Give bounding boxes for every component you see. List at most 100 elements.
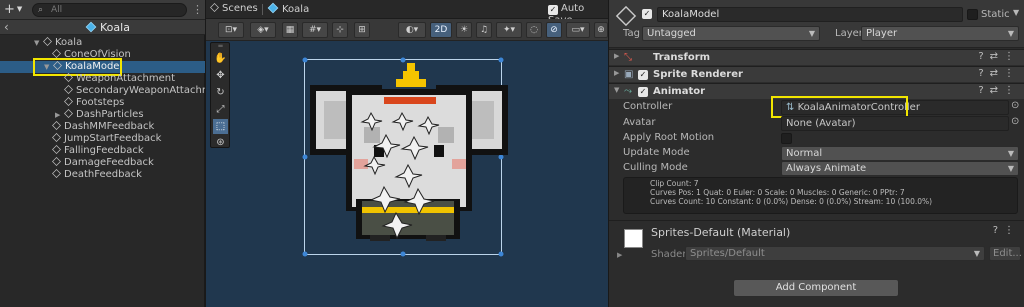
- grid-snap-button[interactable]: ▦: [282, 22, 298, 38]
- scene-view[interactable]: Scenes Koala ✓Auto Save ⊡▾ ◈▾ ▦ #▾ ⊹ ⊞ ◐…: [206, 0, 608, 307]
- active-checkbox[interactable]: ✓: [642, 9, 652, 19]
- component-header-icons[interactable]: ?⇄⋮: [978, 68, 1020, 79]
- gameobject-icon: [52, 157, 61, 166]
- kebab-menu-icon[interactable]: ⋮: [192, 3, 203, 16]
- selection-handle[interactable]: [400, 251, 406, 257]
- apply-root-motion-checkbox[interactable]: [781, 133, 792, 144]
- tag-dropdown[interactable]: Untagged ▼: [642, 26, 820, 41]
- tree-item-footsteps[interactable]: Footsteps: [64, 97, 124, 109]
- gameobject-icon: [52, 121, 61, 130]
- breadcrumb-scenes[interactable]: Scenes: [210, 3, 258, 14]
- collapsed-triangle-icon[interactable]: ▶: [614, 69, 623, 77]
- static-checkbox[interactable]: [967, 9, 978, 20]
- layer-label: Layer: [835, 28, 863, 39]
- layer-dropdown[interactable]: Player ▼: [861, 26, 1019, 41]
- draw-mode-dropdown[interactable]: ⊡▾: [218, 22, 244, 38]
- avatar-row: Avatar None (Avatar) ⊙: [609, 116, 1024, 131]
- component-header-icons[interactable]: ?⇄⋮: [978, 85, 1020, 96]
- shader-dropdown[interactable]: Sprites/Default ▼: [685, 246, 985, 261]
- chevron-down-icon: ▼: [16, 5, 23, 13]
- tree-item-secondaryweaponattachment[interactable]: SecondaryWeaponAttachment: [64, 85, 205, 97]
- scene-visibility-icon[interactable]: ⊘: [546, 22, 562, 38]
- hierarchy-search-input[interactable]: ⌕ All: [32, 3, 187, 17]
- tree-item-dashmmfeedback[interactable]: DashMMFeedback: [52, 121, 154, 133]
- gameobject-icon: [64, 109, 73, 118]
- avatar-field[interactable]: None (Avatar): [781, 116, 1009, 131]
- hidden-objects-toggle[interactable]: ◌: [526, 22, 542, 38]
- add-component-label: Add Component: [775, 282, 857, 293]
- animator-enabled-checkbox[interactable]: ✓: [638, 87, 648, 97]
- effects-dropdown[interactable]: ✦▾: [496, 22, 522, 38]
- material-header-icons[interactable]: ?⋮: [993, 225, 1020, 236]
- avatar-label: Avatar: [623, 117, 656, 128]
- selection-handle[interactable]: [302, 154, 308, 160]
- lock-view-button[interactable]: ⊞: [354, 22, 370, 38]
- grid-options-dropdown[interactable]: #▾: [302, 22, 328, 38]
- object-picker-icon[interactable]: ⊙: [1011, 116, 1019, 127]
- static-dropdown-arrow-icon[interactable]: ▼: [1013, 8, 1019, 17]
- object-name-field[interactable]: KoalaModel: [657, 7, 963, 22]
- tree-item-deathfeedback[interactable]: DeathFeedback: [52, 169, 142, 181]
- gameobject-icon: [43, 37, 52, 46]
- culling-mode-row: Culling Mode Always Animate ▼: [609, 161, 1024, 176]
- tree-item-fallingfeedback[interactable]: FallingFeedback: [52, 145, 144, 157]
- transform-component-header[interactable]: ▶ ⤡ Transform ?⇄⋮: [609, 49, 1024, 65]
- sprite-renderer-component-header[interactable]: ▶ ▣ ✓ Sprite Renderer ?⇄⋮: [609, 66, 1024, 82]
- object-picker-icon[interactable]: ⊙: [1011, 100, 1019, 111]
- gizmo-cube-dropdown[interactable]: ◈▾: [250, 22, 276, 38]
- shader-edit-label: Edit...: [993, 248, 1022, 259]
- selection-handle[interactable]: [302, 251, 308, 257]
- tree-item-jumpstartfeedback[interactable]: JumpStartFeedback: [52, 133, 161, 145]
- collapsed-triangle-icon[interactable]: ▶: [617, 251, 622, 259]
- checkbox-checked-icon: ✓: [548, 5, 558, 15]
- info-curves-count: Curves Count: 10 Constant: 0 (0.0%) Dens…: [650, 197, 933, 206]
- tree-item-koala[interactable]: ▼ Koala: [34, 37, 82, 49]
- camera-dropdown[interactable]: ▭▾: [566, 22, 590, 38]
- shader-edit-button[interactable]: Edit...: [989, 246, 1022, 261]
- chevron-down-icon: ▼: [808, 29, 815, 38]
- tree-item-dashparticles[interactable]: ▶ DashParticles: [55, 109, 144, 121]
- material-preview-thumbnail[interactable]: [624, 229, 643, 248]
- tree-item-label: DashParticles: [76, 109, 144, 120]
- update-mode-value: Normal: [786, 148, 823, 159]
- collapsed-triangle-icon[interactable]: ▶: [55, 109, 64, 121]
- update-mode-dropdown[interactable]: Normal ▼: [781, 146, 1019, 161]
- selection-handle[interactable]: [400, 57, 406, 63]
- tree-item-damagefeedback[interactable]: DamageFeedback: [52, 157, 154, 169]
- gizmos-dropdown[interactable]: ⊕: [594, 22, 608, 38]
- add-component-button[interactable]: Add Component: [733, 279, 899, 297]
- controller-label: Controller: [623, 101, 673, 112]
- shading-mode-dropdown[interactable]: ◐▾: [398, 22, 426, 38]
- apply-root-motion-row: Apply Root Motion: [609, 131, 1024, 146]
- back-arrow-icon[interactable]: ‹: [4, 20, 9, 34]
- tree-item-weaponattachment[interactable]: WeaponAttachment: [64, 73, 175, 85]
- expand-triangle-icon[interactable]: ▼: [34, 37, 43, 49]
- material-title: Sprites-Default (Material): [651, 226, 791, 239]
- selection-handle[interactable]: [498, 154, 504, 160]
- koala-sprite[interactable]: [206, 41, 608, 307]
- tree-item-label: Footsteps: [76, 97, 125, 108]
- selection-handle[interactable]: [498, 251, 504, 257]
- selection-handle[interactable]: [302, 57, 308, 63]
- collapsed-triangle-icon[interactable]: ▶: [614, 52, 623, 60]
- audio-toggle[interactable]: ♫: [476, 22, 492, 38]
- component-header-icons[interactable]: ?⇄⋮: [978, 51, 1020, 62]
- 2d-mode-toggle[interactable]: 2D: [430, 22, 452, 38]
- breadcrumb-koala[interactable]: Koala: [267, 2, 309, 15]
- layer-value: Player: [866, 28, 898, 39]
- animator-title: Animator: [653, 86, 706, 97]
- inspector-header: ✓ KoalaModel Static ▼ Tag Untagged ▼ Laye…: [609, 0, 1024, 48]
- culling-mode-dropdown[interactable]: Always Animate ▼: [781, 161, 1019, 176]
- selection-handle[interactable]: [498, 57, 504, 63]
- sprite-renderer-enabled-checkbox[interactable]: ✓: [638, 70, 648, 80]
- prefab-title-label: Koala: [100, 21, 130, 34]
- prefab-title: Koala: [85, 21, 130, 34]
- chevron-down-icon: ▼: [1007, 149, 1014, 158]
- snap-increment-button[interactable]: ⊹: [332, 22, 348, 38]
- search-placeholder: All: [51, 5, 63, 15]
- lighting-toggle[interactable]: ☀: [456, 22, 472, 38]
- chevron-down-icon: ▼: [1007, 164, 1014, 173]
- expand-triangle-icon[interactable]: ▼: [614, 86, 623, 94]
- update-mode-label: Update Mode: [623, 147, 690, 158]
- add-object-button[interactable]: + ▼: [4, 2, 22, 17]
